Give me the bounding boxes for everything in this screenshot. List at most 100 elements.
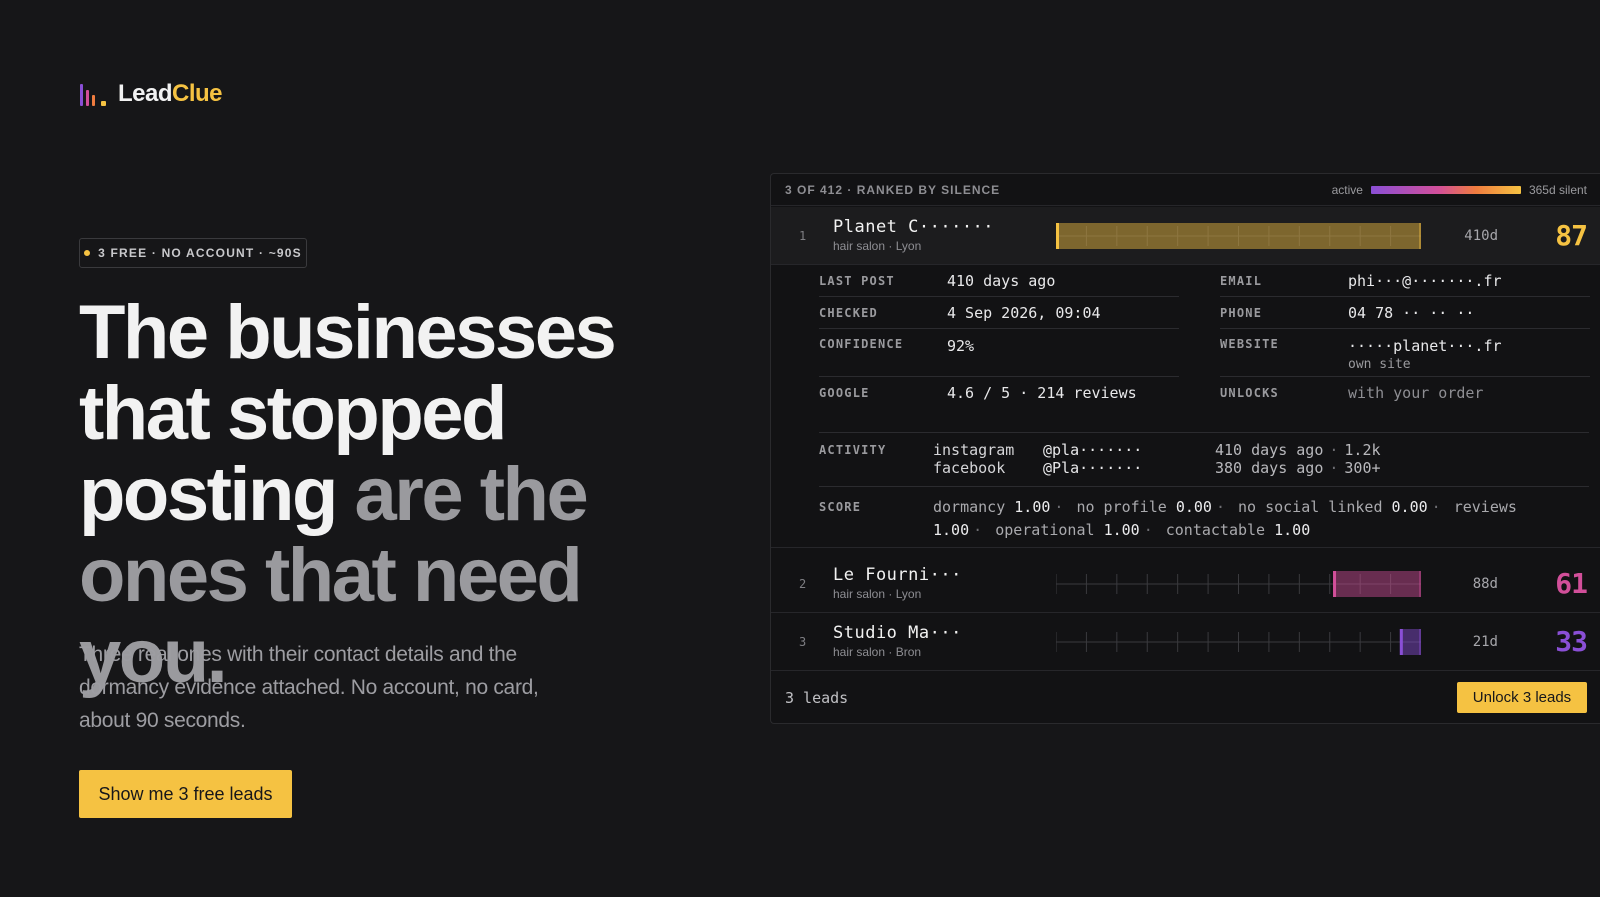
- detail-checked: CHECKED 4 Sep 2026, 09:04: [819, 297, 1179, 329]
- brand-logo[interactable]: LeadClue: [80, 80, 223, 108]
- activity-line: facebook @Pla······· 380 days ago · 300+: [933, 459, 1381, 477]
- lead-score: 33: [1555, 625, 1588, 658]
- activity-line: instagram @pla······· 410 days ago · 1.2…: [933, 441, 1381, 459]
- detail-value: 4.6 / 5 · 214 reviews: [947, 384, 1137, 402]
- lead-row[interactable]: 3 Studio Ma··· hair salon · Bron 21d 33: [771, 613, 1600, 671]
- score-part-name: no social linked: [1238, 498, 1383, 516]
- score-part-value: 1.00: [1014, 498, 1051, 516]
- lead-rank: 2: [799, 576, 807, 591]
- detail-label: CHECKED: [819, 305, 878, 320]
- show-free-leads-button[interactable]: Show me 3 free leads: [79, 770, 292, 818]
- lead-days-silent: 88d: [1472, 575, 1498, 592]
- lead-rank: 1: [799, 228, 807, 243]
- activity-count: 300+: [1344, 459, 1381, 477]
- lead-score: 87: [1555, 219, 1588, 252]
- score-part-value: 1.00: [1103, 521, 1140, 539]
- lead-name-block: Le Fourni··· hair salon · Lyon: [833, 565, 962, 601]
- score-part-value: 0.00: [1391, 498, 1428, 516]
- unlock-leads-button[interactable]: Unlock 3 leads: [1457, 682, 1587, 713]
- silence-marker: [1399, 629, 1403, 655]
- detail-value: 410 days ago: [947, 271, 1056, 290]
- silence-marker: [1333, 571, 1337, 597]
- activity-label: ACTIVITY: [819, 443, 887, 457]
- silence-legend: active 365d silent: [1332, 183, 1587, 197]
- badge-text: 3 FREE · NO ACCOUNT · ~90S: [98, 246, 302, 260]
- score-label: SCORE: [819, 500, 862, 514]
- detail-label: LAST POST: [819, 273, 895, 288]
- lead-days-silent: 21d: [1472, 633, 1498, 650]
- detail-website: WEBSITE ·····planet···.fr own site: [1220, 329, 1590, 377]
- score-breakdown: dormancy 1.00 · no profile 0.00 · no socia…: [933, 498, 1517, 539]
- lead-score: 61: [1555, 567, 1588, 600]
- lead-subtitle: hair salon · Bron: [833, 645, 922, 659]
- lead-subtitle: hair salon · Lyon: [833, 587, 922, 601]
- detail-value[interactable]: ·····planet···.fr: [1348, 337, 1502, 355]
- legend-gradient: [1370, 185, 1521, 194]
- score-part-name: operational: [995, 521, 1095, 539]
- detail-value: phi···@·······.fr: [1348, 271, 1502, 290]
- detail-email: EMAIL phi···@·······.fr: [1220, 265, 1590, 297]
- detail-label: EMAIL: [1220, 273, 1263, 288]
- detail-google: GOOGLE 4.6 / 5 · 214 reviews: [819, 377, 1179, 409]
- legend-end-label: 365d silent: [1528, 182, 1587, 197]
- lead-detail: LAST POST 410 days ago CHECKED 4 Sep 202…: [771, 265, 1600, 548]
- activity-ago: 410 days ago: [1215, 441, 1324, 459]
- website-note: own site: [1348, 357, 1411, 372]
- detail-value: 04 78 ·· ·· ··: [1348, 303, 1475, 322]
- detail-label: UNLOCKS: [1220, 386, 1279, 400]
- detail-label: CONFIDENCE: [819, 337, 904, 351]
- silence-marker: [1056, 223, 1059, 249]
- leads-panel: 3 OF 412 · RANKED BY SILENCE active 365d…: [770, 173, 1600, 724]
- lead-rank: 3: [799, 634, 807, 649]
- lead-name: Studio Ma···: [833, 623, 962, 643]
- score-part-value: 1.00: [933, 521, 970, 539]
- silence-fill: [1056, 223, 1421, 249]
- silence-fill: [1399, 629, 1421, 655]
- detail-value: 92%: [947, 337, 975, 355]
- lead-name: Planet C·······: [833, 217, 995, 237]
- legend-start-label: active: [1331, 182, 1363, 197]
- score-part-name: reviews: [1453, 498, 1517, 516]
- activity-block: ACTIVITY instagram @pla······· 410 days …: [819, 432, 1589, 487]
- lead-row[interactable]: 1 Planet C······· hair salon · Lyon 410d…: [771, 207, 1600, 265]
- status-dot-icon: [84, 250, 91, 256]
- lead-name-block: Planet C······· hair salon · Lyon: [833, 217, 994, 253]
- detail-label: GOOGLE: [819, 386, 870, 400]
- activity-network: instagram: [933, 441, 1015, 459]
- lead-name-block: Studio Ma··· hair salon · Bron: [833, 623, 962, 659]
- lead-count: 3 leads: [785, 688, 849, 707]
- score-part-value: 1.00: [1274, 521, 1311, 539]
- free-leads-badge: 3 FREE · NO ACCOUNT · ~90S: [79, 238, 307, 268]
- score-part-name: dormancy: [933, 498, 1006, 516]
- score-part-name: contactable: [1165, 521, 1266, 539]
- detail-label: PHONE: [1220, 305, 1263, 320]
- detail-value: with your order: [1348, 384, 1484, 402]
- panel-footer: 3 leads Unlock 3 leads: [771, 670, 1600, 725]
- lead-name: Le Fourni···: [833, 565, 962, 585]
- panel-header: 3 OF 412 · RANKED BY SILENCE active 365d…: [771, 174, 1600, 206]
- silence-bar: [1056, 571, 1421, 597]
- lead-days-silent: 410d: [1464, 227, 1498, 244]
- panel-title: 3 OF 412 · RANKED BY SILENCE: [785, 182, 1001, 197]
- detail-phone: PHONE 04 78 ·· ·· ··: [1220, 297, 1590, 329]
- lead-subtitle: hair salon · Lyon: [833, 239, 922, 253]
- detail-label: WEBSITE: [1220, 337, 1279, 351]
- activity-network: facebook: [933, 459, 1006, 477]
- activity-separator: ·: [1329, 459, 1339, 477]
- activity-handle: @Pla·······: [1043, 459, 1143, 477]
- activity-separator: ·: [1329, 441, 1339, 459]
- hero-subtext: Three real ones with their contact detai…: [79, 643, 539, 732]
- activity-handle: @pla·······: [1043, 441, 1143, 459]
- brand-name: LeadClue: [118, 80, 223, 107]
- hero-headline: The businesses that stopped posting are …: [79, 290, 617, 699]
- detail-confidence: CONFIDENCE 92%: [819, 329, 1179, 377]
- silence-bar: [1056, 629, 1421, 655]
- detail-last-post: LAST POST 410 days ago: [819, 265, 1179, 297]
- detail-unlocks: UNLOCKS with your order: [1220, 377, 1590, 409]
- silence-fill: [1333, 571, 1421, 597]
- score-part-value: 0.00: [1175, 498, 1212, 516]
- detail-value: 4 Sep 2026, 09:04: [947, 303, 1101, 322]
- lead-row[interactable]: 2 Le Fourni··· hair salon · Lyon 88d 61: [771, 555, 1600, 613]
- activity-ago: 380 days ago: [1215, 459, 1324, 477]
- activity-count: 1.2k: [1344, 441, 1381, 459]
